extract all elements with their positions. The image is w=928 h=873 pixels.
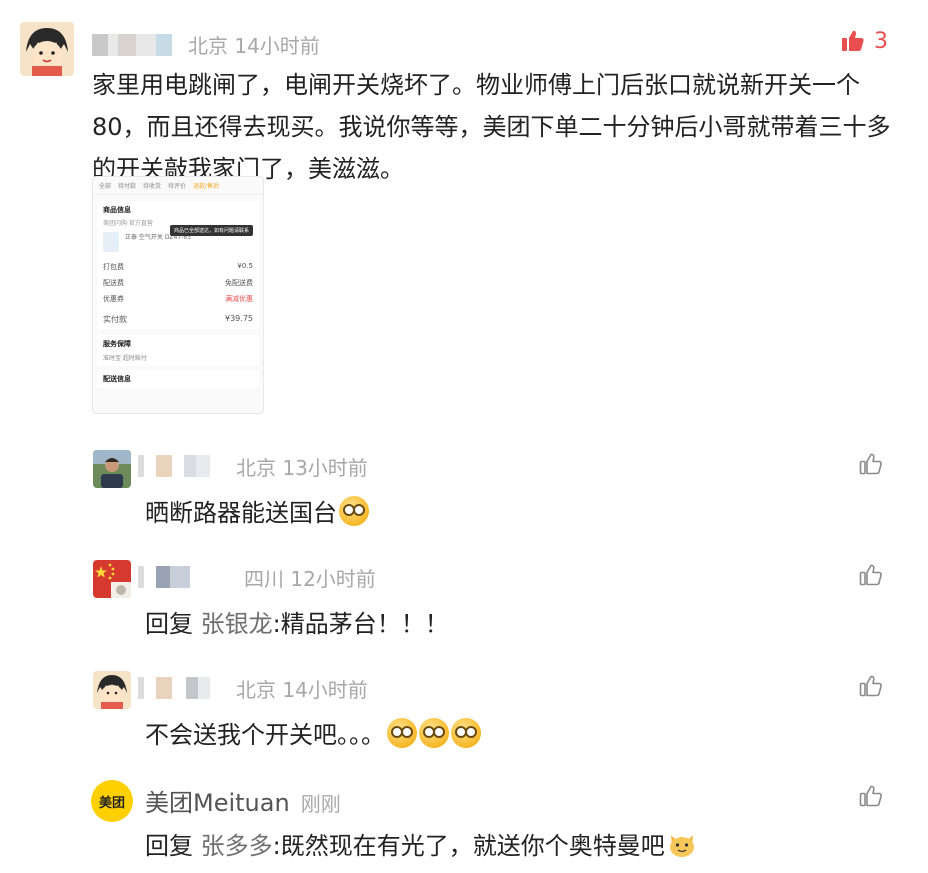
like-button[interactable]: 3 xyxy=(840,28,888,54)
emoji-icon xyxy=(339,496,369,526)
reply-body: 晒断路器能送国台 xyxy=(145,499,337,527)
comment-meta: 北京 14小时前 xyxy=(188,30,320,59)
timestamp: 12小时前 xyxy=(290,567,376,591)
fee-value: 免配送费 xyxy=(225,279,253,287)
avatar[interactable] xyxy=(93,450,131,488)
tab-all: 全部 xyxy=(99,183,112,190)
reply-prefix: 回复 xyxy=(145,832,193,860)
paid-value: ¥39.75 xyxy=(225,314,253,323)
meituan-logo-text: 美团 xyxy=(98,795,125,811)
shot-service-title: 服务保障 xyxy=(103,340,131,348)
tab-review: 待评价 xyxy=(168,183,187,190)
paid-label: 实付款 xyxy=(103,315,127,324)
like-count: 3 xyxy=(874,28,888,54)
timestamp: 14小时前 xyxy=(234,34,320,58)
avatar-image xyxy=(20,22,74,76)
shot-title: 商品信息 xyxy=(103,206,131,214)
username-redacted[interactable] xyxy=(138,455,210,477)
reply-meta: 四川 12小时前 xyxy=(244,563,376,592)
reply-meta: 北京 13小时前 xyxy=(236,452,368,481)
fee-label: 打包费 xyxy=(103,263,124,271)
tab-refund: 退款/售后 xyxy=(193,183,220,190)
avatar-image xyxy=(93,560,131,598)
username[interactable]: 美团Meituan xyxy=(145,789,290,817)
reply-meta: 北京 14小时前 xyxy=(236,674,368,703)
comment-text: 家里用电跳闸了，电闸开关烧坏了。物业师傅上门后张口就说新开关一个80，而且还得去… xyxy=(92,71,891,183)
fee-value: ¥0.5 xyxy=(237,262,253,270)
tab-shipping: 待收货 xyxy=(143,183,162,190)
avatar-image xyxy=(93,450,131,488)
tab-unpaid: 待付款 xyxy=(118,183,137,190)
reply-body: :精品茅台！！！ xyxy=(272,610,449,638)
reply-to-user-link[interactable]: 张银龙 xyxy=(201,610,273,638)
reply-to-user-link[interactable]: 张多多 xyxy=(201,832,273,860)
fee-label: 优惠券 xyxy=(103,295,124,303)
reply-text: 回复 张银龙:精品茅台！！！ xyxy=(145,604,449,639)
emoji-icon xyxy=(419,718,449,748)
product-thumbnail xyxy=(103,232,119,252)
reply-text: 回复 张多多:既然现在有光了，就送你个奥特曼吧 xyxy=(145,826,697,861)
avatar[interactable] xyxy=(93,560,131,598)
thumbs-up-icon[interactable] xyxy=(858,451,884,477)
location: 北京 xyxy=(236,678,276,702)
shot-service-line: 准时宝·超时赔付 xyxy=(103,355,147,362)
reply-text: 晒断路器能送国台 xyxy=(145,493,369,528)
avatar-image xyxy=(93,671,131,709)
reply-meta: 美团Meituan 刚刚 xyxy=(145,783,341,818)
shot-tooltip: 商品已全部送达，如有问题请联系 xyxy=(169,225,253,236)
thumbs-up-icon[interactable] xyxy=(858,562,884,588)
reply-body: :既然现在有光了，就送你个奥特曼吧 xyxy=(272,832,665,860)
thumbs-up-icon[interactable] xyxy=(858,673,884,699)
emoji-icon xyxy=(451,718,481,748)
thumbs-up-filled-icon xyxy=(842,30,864,51)
location: 四川 xyxy=(244,567,284,591)
reply-body: 不会送我个开关吧。。。 xyxy=(145,721,385,749)
fee-label: 配送费 xyxy=(103,279,124,287)
avatar[interactable] xyxy=(93,671,131,709)
location: 北京 xyxy=(188,34,228,58)
meituan-avatar[interactable]: 美团 xyxy=(91,780,133,822)
timestamp: 14小时前 xyxy=(282,678,368,702)
fee-value: 满减优惠 xyxy=(225,295,253,303)
location: 北京 xyxy=(236,456,276,480)
emoji-icon xyxy=(387,718,417,748)
reply-prefix: 回复 xyxy=(145,610,193,638)
username-redacted[interactable] xyxy=(138,566,204,588)
thumbs-up-icon[interactable] xyxy=(858,783,884,809)
timestamp: 刚刚 xyxy=(300,792,341,816)
username-redacted[interactable] xyxy=(92,34,172,56)
cat-emoji-icon xyxy=(667,831,697,859)
avatar[interactable] xyxy=(20,22,74,76)
timestamp: 13小时前 xyxy=(282,456,368,480)
shot-delivery-title: 配送信息 xyxy=(103,375,131,383)
attached-image[interactable]: 全部 待付款 待收货 待评价 退款/售后 商品信息 美团闪购·官方直营 正泰 空… xyxy=(92,176,264,414)
username-redacted[interactable] xyxy=(138,677,210,699)
reply-text: 不会送我个开关吧。。。 xyxy=(145,715,481,750)
